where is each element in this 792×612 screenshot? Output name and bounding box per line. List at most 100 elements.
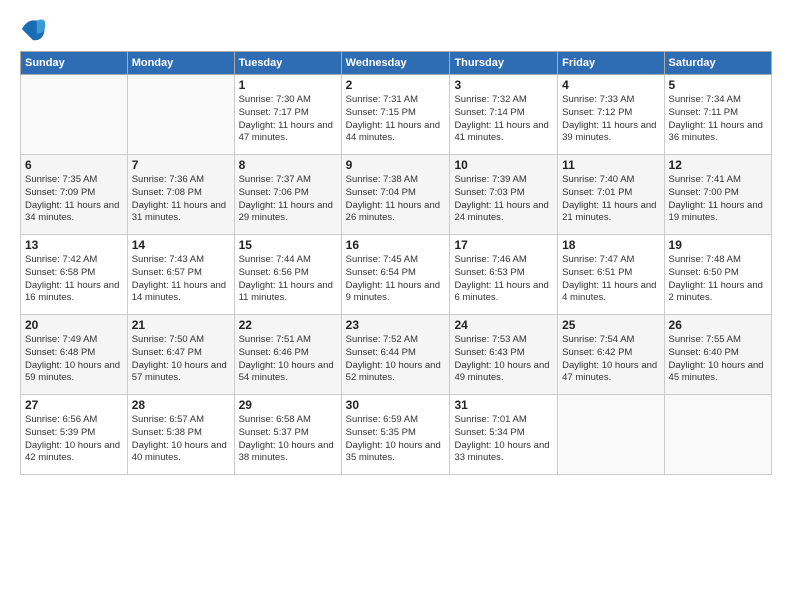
day-info: Sunrise: 7:46 AM Sunset: 6:53 PM Dayligh… <box>454 254 553 305</box>
day-info: Sunrise: 7:40 AM Sunset: 7:01 PM Dayligh… <box>562 174 659 225</box>
calendar-cell: 8 Sunrise: 7:37 AM Sunset: 7:06 PM Dayli… <box>234 155 341 235</box>
sunset: Sunset: 5:34 PM <box>454 427 524 438</box>
daylight: Daylight: 11 hours and 31 minutes. <box>132 200 226 224</box>
sunrise: Sunrise: 7:45 AM <box>346 254 418 265</box>
day-info: Sunrise: 7:55 AM Sunset: 6:40 PM Dayligh… <box>669 334 767 385</box>
calendar-cell: 9 Sunrise: 7:38 AM Sunset: 7:04 PM Dayli… <box>341 155 450 235</box>
sunset: Sunset: 5:38 PM <box>132 427 202 438</box>
calendar-cell <box>664 395 771 475</box>
day-number: 30 <box>346 398 446 412</box>
day-info: Sunrise: 7:42 AM Sunset: 6:58 PM Dayligh… <box>25 254 123 305</box>
day-info: Sunrise: 7:35 AM Sunset: 7:09 PM Dayligh… <box>25 174 123 225</box>
sunset: Sunset: 7:04 PM <box>346 187 416 198</box>
daylight: Daylight: 11 hours and 11 minutes. <box>239 280 333 304</box>
sunrise: Sunrise: 7:50 AM <box>132 334 204 345</box>
day-number: 14 <box>132 238 230 252</box>
calendar-cell: 11 Sunrise: 7:40 AM Sunset: 7:01 PM Dayl… <box>558 155 664 235</box>
day-number: 1 <box>239 78 337 92</box>
daylight: Daylight: 11 hours and 29 minutes. <box>239 200 333 224</box>
weekday-header-friday: Friday <box>558 52 664 75</box>
daylight: Daylight: 10 hours and 52 minutes. <box>346 360 441 384</box>
sunset: Sunset: 5:35 PM <box>346 427 416 438</box>
sunrise: Sunrise: 7:47 AM <box>562 254 634 265</box>
daylight: Daylight: 10 hours and 49 minutes. <box>454 360 549 384</box>
calendar-cell: 2 Sunrise: 7:31 AM Sunset: 7:15 PM Dayli… <box>341 75 450 155</box>
sunset: Sunset: 7:03 PM <box>454 187 524 198</box>
day-number: 25 <box>562 318 659 332</box>
day-info: Sunrise: 6:59 AM Sunset: 5:35 PM Dayligh… <box>346 414 446 465</box>
daylight: Daylight: 10 hours and 33 minutes. <box>454 440 549 464</box>
daylight: Daylight: 10 hours and 47 minutes. <box>562 360 657 384</box>
calendar-cell: 28 Sunrise: 6:57 AM Sunset: 5:38 PM Dayl… <box>127 395 234 475</box>
day-info: Sunrise: 7:37 AM Sunset: 7:06 PM Dayligh… <box>239 174 337 225</box>
daylight: Daylight: 10 hours and 42 minutes. <box>25 440 120 464</box>
day-number: 6 <box>25 158 123 172</box>
sunset: Sunset: 7:06 PM <box>239 187 309 198</box>
sunset: Sunset: 7:12 PM <box>562 107 632 118</box>
day-info: Sunrise: 7:36 AM Sunset: 7:08 PM Dayligh… <box>132 174 230 225</box>
calendar-cell: 29 Sunrise: 6:58 AM Sunset: 5:37 PM Dayl… <box>234 395 341 475</box>
day-number: 5 <box>669 78 767 92</box>
daylight: Daylight: 10 hours and 35 minutes. <box>346 440 441 464</box>
sunset: Sunset: 6:47 PM <box>132 347 202 358</box>
calendar-cell: 22 Sunrise: 7:51 AM Sunset: 6:46 PM Dayl… <box>234 315 341 395</box>
weekday-header-monday: Monday <box>127 52 234 75</box>
sunrise: Sunrise: 6:58 AM <box>239 414 311 425</box>
calendar-cell: 14 Sunrise: 7:43 AM Sunset: 6:57 PM Dayl… <box>127 235 234 315</box>
calendar-cell: 1 Sunrise: 7:30 AM Sunset: 7:17 PM Dayli… <box>234 75 341 155</box>
daylight: Daylight: 10 hours and 59 minutes. <box>25 360 120 384</box>
week-row-1: 1 Sunrise: 7:30 AM Sunset: 7:17 PM Dayli… <box>21 75 772 155</box>
day-number: 13 <box>25 238 123 252</box>
day-number: 12 <box>669 158 767 172</box>
daylight: Daylight: 11 hours and 34 minutes. <box>25 200 119 224</box>
daylight: Daylight: 10 hours and 45 minutes. <box>669 360 764 384</box>
calendar-cell: 26 Sunrise: 7:55 AM Sunset: 6:40 PM Dayl… <box>664 315 771 395</box>
day-info: Sunrise: 7:48 AM Sunset: 6:50 PM Dayligh… <box>669 254 767 305</box>
calendar-cell: 17 Sunrise: 7:46 AM Sunset: 6:53 PM Dayl… <box>450 235 558 315</box>
day-info: Sunrise: 6:57 AM Sunset: 5:38 PM Dayligh… <box>132 414 230 465</box>
sunrise: Sunrise: 6:59 AM <box>346 414 418 425</box>
calendar-table: SundayMondayTuesdayWednesdayThursdayFrid… <box>20 51 772 475</box>
day-number: 24 <box>454 318 553 332</box>
calendar-cell <box>558 395 664 475</box>
sunset: Sunset: 7:09 PM <box>25 187 95 198</box>
calendar-cell: 16 Sunrise: 7:45 AM Sunset: 6:54 PM Dayl… <box>341 235 450 315</box>
sunrise: Sunrise: 7:01 AM <box>454 414 526 425</box>
calendar-cell: 15 Sunrise: 7:44 AM Sunset: 6:56 PM Dayl… <box>234 235 341 315</box>
logo-icon <box>20 15 48 43</box>
sunset: Sunset: 5:39 PM <box>25 427 95 438</box>
sunrise: Sunrise: 7:34 AM <box>669 94 741 105</box>
day-number: 4 <box>562 78 659 92</box>
weekday-header-row: SundayMondayTuesdayWednesdayThursdayFrid… <box>21 52 772 75</box>
day-number: 26 <box>669 318 767 332</box>
calendar-cell: 5 Sunrise: 7:34 AM Sunset: 7:11 PM Dayli… <box>664 75 771 155</box>
calendar-cell <box>127 75 234 155</box>
daylight: Daylight: 10 hours and 40 minutes. <box>132 440 227 464</box>
sunrise: Sunrise: 7:43 AM <box>132 254 204 265</box>
sunset: Sunset: 7:08 PM <box>132 187 202 198</box>
calendar-cell: 21 Sunrise: 7:50 AM Sunset: 6:47 PM Dayl… <box>127 315 234 395</box>
day-info: Sunrise: 7:31 AM Sunset: 7:15 PM Dayligh… <box>346 94 446 145</box>
day-info: Sunrise: 7:45 AM Sunset: 6:54 PM Dayligh… <box>346 254 446 305</box>
day-number: 20 <box>25 318 123 332</box>
sunset: Sunset: 5:37 PM <box>239 427 309 438</box>
daylight: Daylight: 11 hours and 9 minutes. <box>346 280 440 304</box>
day-info: Sunrise: 6:58 AM Sunset: 5:37 PM Dayligh… <box>239 414 337 465</box>
sunrise: Sunrise: 7:36 AM <box>132 174 204 185</box>
sunrise: Sunrise: 7:38 AM <box>346 174 418 185</box>
weekday-header-thursday: Thursday <box>450 52 558 75</box>
daylight: Daylight: 11 hours and 6 minutes. <box>454 280 548 304</box>
calendar-cell: 25 Sunrise: 7:54 AM Sunset: 6:42 PM Dayl… <box>558 315 664 395</box>
day-number: 11 <box>562 158 659 172</box>
daylight: Daylight: 11 hours and 47 minutes. <box>239 120 333 144</box>
daylight: Daylight: 11 hours and 41 minutes. <box>454 120 548 144</box>
calendar-cell: 19 Sunrise: 7:48 AM Sunset: 6:50 PM Dayl… <box>664 235 771 315</box>
sunset: Sunset: 6:51 PM <box>562 267 632 278</box>
sunset: Sunset: 7:00 PM <box>669 187 739 198</box>
sunrise: Sunrise: 7:55 AM <box>669 334 741 345</box>
sunrise: Sunrise: 7:39 AM <box>454 174 526 185</box>
day-info: Sunrise: 7:01 AM Sunset: 5:34 PM Dayligh… <box>454 414 553 465</box>
daylight: Daylight: 11 hours and 4 minutes. <box>562 280 656 304</box>
sunset: Sunset: 6:53 PM <box>454 267 524 278</box>
sunrise: Sunrise: 7:32 AM <box>454 94 526 105</box>
